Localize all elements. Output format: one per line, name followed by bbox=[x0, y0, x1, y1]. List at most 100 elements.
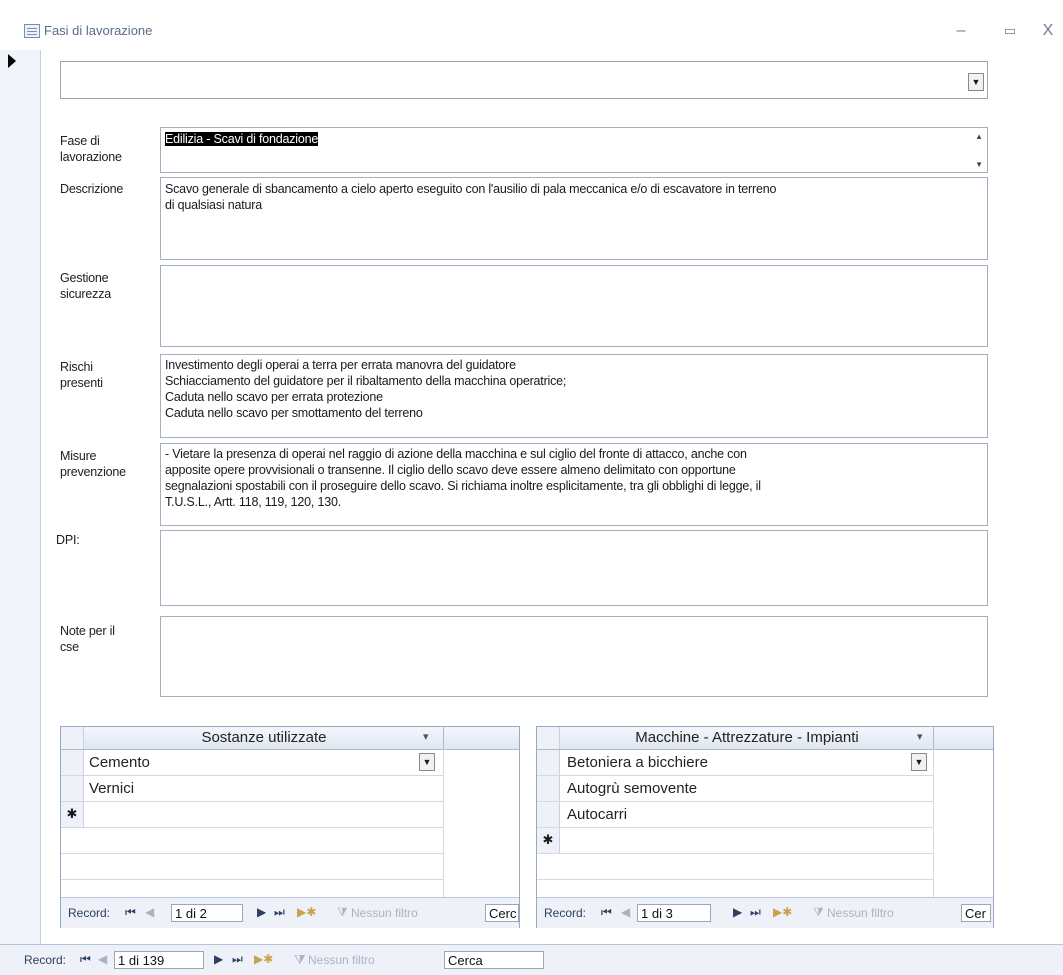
table-row[interactable]: Cemento ▼ bbox=[61, 750, 443, 776]
new-row[interactable]: ✱ bbox=[537, 828, 933, 854]
select-all-cell[interactable] bbox=[537, 727, 560, 749]
search-input[interactable]: Cerca bbox=[444, 951, 544, 969]
table-row[interactable]: Autocarri bbox=[537, 802, 933, 828]
sort-icon[interactable]: ▾ bbox=[423, 730, 429, 743]
sostanze-nav-bar: Record: ⏮ ◀ 1 di 2 ▶ ⏭ ▶✱ ⧩ Nessun filtr… bbox=[61, 897, 519, 928]
column-divider bbox=[443, 727, 444, 749]
spin-up-icon[interactable]: ▲ bbox=[972, 129, 986, 145]
empty-row bbox=[537, 854, 933, 880]
sostanze-header-row: Sostanze utilizzate ▾ bbox=[61, 727, 519, 750]
next-record-icon[interactable]: ▶ bbox=[257, 905, 266, 919]
rischi-label: Rischi presenti bbox=[60, 360, 103, 390]
main-nav-bar: Record: ⏮ ◀ 1 di 139 ▶ ⏭ ▶✱ ⧩ Nessun fil… bbox=[0, 944, 1063, 975]
misure-line: segnalazioni spostabili con il proseguir… bbox=[165, 479, 761, 493]
chevron-down-icon[interactable]: ▼ bbox=[968, 73, 984, 91]
record-position-input[interactable]: 1 di 139 bbox=[114, 951, 204, 969]
filter-status[interactable]: Nessun filtro bbox=[351, 906, 418, 920]
misure-line: T.U.S.L., Artt. 118, 119, 120, 130. bbox=[165, 495, 341, 509]
close-button[interactable]: X bbox=[1031, 18, 1063, 44]
new-row[interactable]: ✱ bbox=[61, 802, 443, 828]
filter-icon: ⧩ bbox=[294, 952, 306, 967]
next-record-icon[interactable]: ▶ bbox=[733, 905, 742, 919]
first-record-icon[interactable]: ⏮ bbox=[80, 952, 91, 967]
window-title: Fasi di lavorazione bbox=[44, 23, 153, 38]
misure-field[interactable]: - Vietare la presenza di operai nel ragg… bbox=[160, 443, 988, 526]
table-row[interactable]: Autogrù semovente bbox=[537, 776, 933, 802]
row-selector[interactable] bbox=[537, 776, 560, 801]
record-label: Record: bbox=[68, 906, 111, 920]
cell-macchina[interactable]: Betoniera a bicchiere bbox=[567, 754, 708, 771]
column-divider bbox=[933, 749, 934, 897]
minimize-button[interactable]: – bbox=[944, 18, 978, 44]
last-record-icon[interactable]: ⏭ bbox=[232, 952, 243, 967]
gestione-field[interactable] bbox=[160, 265, 988, 347]
filter-icon: ⧩ bbox=[813, 905, 824, 919]
prev-record-icon[interactable]: ◀ bbox=[98, 952, 107, 966]
chevron-down-icon[interactable]: ▼ bbox=[419, 753, 435, 771]
note-label: Note per il cse bbox=[60, 624, 115, 654]
fase-scrollbar[interactable]: ▲ ▼ bbox=[972, 129, 986, 172]
maximize-button[interactable]: ▭ bbox=[993, 18, 1027, 44]
next-record-icon[interactable]: ▶ bbox=[214, 952, 223, 966]
record-label: Record: bbox=[24, 953, 67, 967]
empty-row bbox=[61, 828, 443, 854]
record-search-combo[interactable]: ▼ bbox=[60, 61, 988, 99]
new-record-button[interactable]: ▶✱ bbox=[773, 905, 792, 919]
spin-down-icon[interactable]: ▼ bbox=[972, 157, 986, 172]
rischi-line: Caduta nello scavo per smottamento del t… bbox=[165, 406, 423, 420]
new-record-icon: ✱ bbox=[537, 828, 560, 853]
fase-value: Edilizia - Scavi di fondazione bbox=[165, 132, 319, 146]
cell-macchina[interactable]: Autogrù semovente bbox=[567, 780, 697, 797]
last-record-icon[interactable]: ⏭ bbox=[274, 905, 285, 920]
fase-label: Fase di lavorazione bbox=[60, 134, 122, 164]
rischi-field[interactable]: Investimento degli operai a terra per er… bbox=[160, 354, 988, 438]
row-selector[interactable] bbox=[61, 776, 84, 801]
fase-field[interactable]: Edilizia - Scavi di fondazione ▲ ▼ bbox=[160, 127, 988, 173]
sostanze-column-header[interactable]: Sostanze utilizzate bbox=[85, 727, 443, 749]
cell-macchina[interactable]: Autocarri bbox=[567, 806, 627, 823]
macchine-column-header[interactable]: Macchine - Attrezzature - Impianti bbox=[561, 727, 933, 749]
filter-status[interactable]: Nessun filtro bbox=[308, 953, 375, 967]
record-label: Record: bbox=[544, 906, 587, 920]
search-input[interactable]: Cer bbox=[961, 904, 991, 922]
new-record-button[interactable]: ▶✱ bbox=[254, 952, 273, 966]
new-record-button[interactable]: ▶✱ bbox=[297, 905, 316, 919]
descrizione-field[interactable]: Scavo generale di sbancamento a cielo ap… bbox=[160, 177, 988, 260]
search-input[interactable]: Cerc bbox=[485, 904, 519, 922]
row-selector[interactable] bbox=[61, 750, 84, 775]
cell-sostanza[interactable]: Cemento bbox=[89, 754, 150, 771]
first-record-icon[interactable]: ⏮ bbox=[125, 905, 136, 920]
chevron-down-icon[interactable]: ▼ bbox=[911, 753, 927, 771]
macchine-header-row: Macchine - Attrezzature - Impianti ▾ bbox=[537, 727, 993, 750]
table-row[interactable]: Betoniera a bicchiere ▼ bbox=[537, 750, 933, 776]
sort-icon[interactable]: ▾ bbox=[917, 730, 923, 743]
filter-icon: ⧩ bbox=[337, 905, 348, 919]
select-all-cell[interactable] bbox=[61, 727, 84, 749]
row-selector[interactable] bbox=[537, 750, 560, 775]
rischi-line: Caduta nello scavo per errata protezione bbox=[165, 390, 383, 404]
prev-record-icon[interactable]: ◀ bbox=[145, 905, 154, 919]
record-position-input[interactable]: 1 di 2 bbox=[171, 904, 243, 922]
record-position-input[interactable]: 1 di 3 bbox=[637, 904, 711, 922]
dpi-field[interactable] bbox=[160, 530, 988, 606]
descrizione-label: Descrizione bbox=[60, 182, 124, 196]
note-field[interactable] bbox=[160, 616, 988, 697]
prev-record-icon[interactable]: ◀ bbox=[621, 905, 630, 919]
table-row[interactable]: Vernici bbox=[61, 776, 443, 802]
record-selector-bar[interactable] bbox=[0, 50, 41, 944]
misure-line: apposite opere provvisionali o transenne… bbox=[165, 463, 736, 477]
first-record-icon[interactable]: ⏮ bbox=[601, 905, 612, 920]
column-divider bbox=[933, 727, 934, 749]
descrizione-line: Scavo generale di sbancamento a cielo ap… bbox=[165, 182, 777, 196]
filter-status[interactable]: Nessun filtro bbox=[827, 906, 894, 920]
last-record-icon[interactable]: ⏭ bbox=[750, 905, 761, 920]
gestione-label: Gestione sicurezza bbox=[60, 271, 111, 301]
new-record-icon: ✱ bbox=[61, 802, 84, 827]
row-selector[interactable] bbox=[537, 802, 560, 827]
empty-row bbox=[61, 854, 443, 880]
cell-sostanza[interactable]: Vernici bbox=[89, 780, 134, 797]
form-icon bbox=[24, 24, 40, 38]
current-record-arrow-icon bbox=[8, 54, 16, 68]
column-divider bbox=[443, 749, 444, 897]
macchine-subform: Macchine - Attrezzature - Impianti ▾ Bet… bbox=[536, 726, 994, 928]
